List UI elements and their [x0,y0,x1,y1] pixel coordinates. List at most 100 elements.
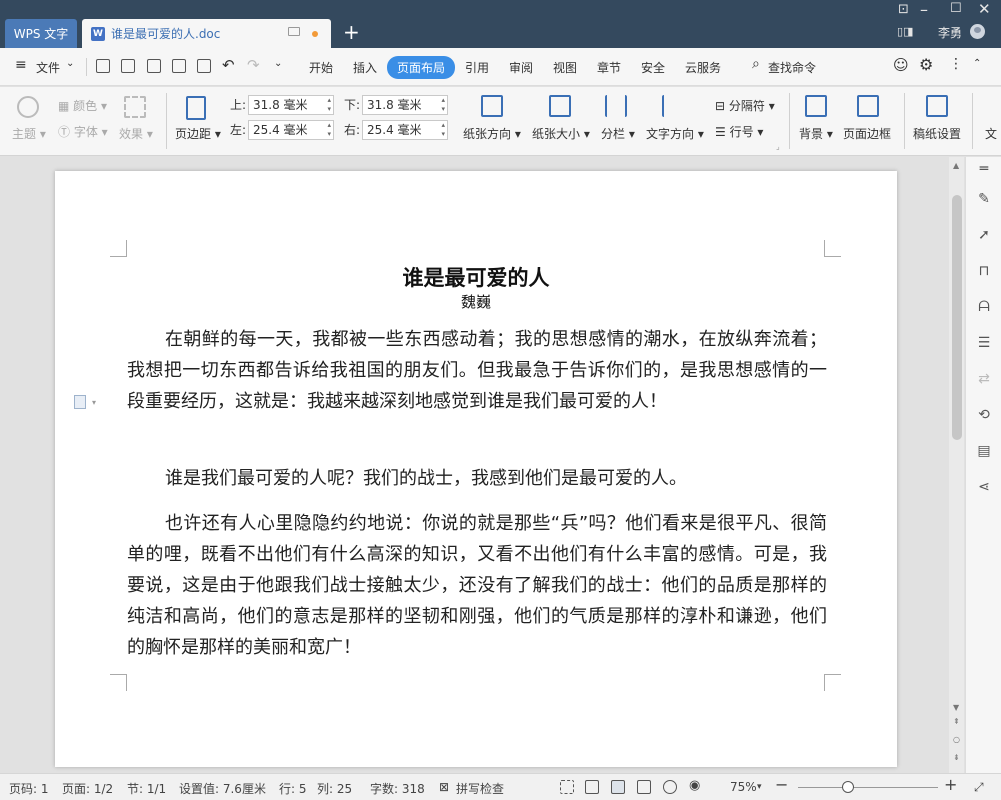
column-number[interactable]: 列: 25 [317,780,352,797]
document-tab[interactable]: W 谁是最可爱的人.doc [82,19,331,48]
spell-check-button[interactable]: 拼写检查 [456,780,504,797]
vertical-scrollbar[interactable]: ▲ ▼ ⇞ ○ ⇟ [949,157,964,773]
row-number[interactable]: 行: 5 [279,780,307,797]
ribbon-overflow-label[interactable]: 文 [985,125,997,142]
word-count[interactable]: 字数: 318 [370,780,425,797]
setting-value[interactable]: 设置值: 7.6厘米 [179,780,266,797]
file-menu[interactable]: 文件 [36,59,60,76]
minimize-icon[interactable]: – [920,0,928,19]
zoom-slider-knob[interactable] [842,781,855,793]
history-icon[interactable]: ⟲ [976,407,992,423]
cursor-icon[interactable]: ➚ [976,227,992,243]
menu-item-cloud[interactable]: 云服务 [685,59,721,76]
text-direction-icon[interactable] [662,95,684,117]
translate-icon[interactable]: ᗩ [976,299,992,315]
menu-item-insert[interactable]: 插入 [353,59,377,76]
select-browse-icon[interactable]: ○ [953,735,960,744]
collapse-ribbon-icon[interactable]: ⌃ [973,58,981,69]
form-icon[interactable]: ▤ [976,443,992,459]
share-icon[interactable]: ⋖ [976,479,992,495]
quick-access-more-icon[interactable]: ⌄ [274,58,282,69]
effect-icon[interactable] [124,96,146,118]
eye-protection-icon[interactable]: ◉ [689,778,700,793]
margins-button[interactable]: 页边距 ▾ [175,125,221,142]
scrollbar-thumb[interactable] [952,195,962,440]
page-size-button[interactable]: 纸张大小 ▾ [532,125,590,142]
menu-item-security[interactable]: 安全 [641,59,665,76]
document-author[interactable]: 魏巍 [55,291,897,312]
text-direction-button[interactable]: 文字方向 ▾ [646,125,704,142]
fullscreen-icon[interactable] [560,780,574,794]
scroll-up-icon[interactable]: ▲ [953,161,959,170]
page-border-icon[interactable] [857,95,879,117]
gear-icon[interactable]: ⚙ [919,55,933,74]
outline-view-icon[interactable] [637,780,651,794]
manuscript-icon[interactable] [926,95,948,117]
page-number[interactable]: 页码: 1 [9,780,49,797]
window-mode-icon[interactable]: ▯◨ [897,25,913,38]
spell-check-icon[interactable]: ⊠ [439,780,449,794]
scroll-down-icon[interactable]: ▼ [953,703,959,712]
page-size-icon[interactable] [549,95,571,117]
document-page[interactable]: 谁是最可爱的人 魏巍 在朝鲜的每一天，我都被一些东西感动着；我的思想感情的潮水，… [55,171,897,767]
close-icon[interactable]: ✕ [978,0,991,18]
more-icon[interactable]: ⋮ [949,56,963,72]
background-icon[interactable] [805,95,827,117]
page-count[interactable]: 页面: 1/2 [62,780,113,797]
outline-icon[interactable]: ☰ [976,335,992,351]
save-icon[interactable] [121,59,135,73]
maximize-icon[interactable]: ☐ [950,1,962,16]
columns-icon[interactable] [605,95,627,117]
chevron-down-icon[interactable]: ▾ [92,398,96,407]
print-preview-icon[interactable] [197,59,211,73]
menu-item-references[interactable]: 引用 [465,59,489,76]
page-border-button[interactable]: 页面边框 [843,125,891,142]
paragraph-layout-icon[interactable] [74,395,86,409]
page-orientation-icon[interactable] [481,95,503,117]
next-page-icon[interactable]: ⇟ [953,753,960,762]
section-number[interactable]: 节: 1/1 [127,780,166,797]
track-changes-icon[interactable]: ⇄ [976,371,992,387]
paragraph-1[interactable]: 在朝鲜的每一天，我都被一些东西感动着；我的思想感情的潮水，在放纵奔流着；我想把一… [127,324,827,417]
dialog-launcher-icon[interactable]: ⌟ [776,142,780,151]
avatar[interactable] [970,24,985,39]
document-title[interactable]: 谁是最可爱的人 [55,262,897,292]
pdf-icon[interactable] [147,59,161,73]
chevron-down-icon[interactable]: ▾ [757,782,762,792]
columns-button[interactable]: 分栏 ▾ [601,125,635,142]
chevron-down-icon[interactable]: ⌄ [66,58,74,69]
page-view-icon[interactable] [611,780,625,794]
line-numbers-button[interactable]: ☰ 行号 ▾ [715,123,763,140]
monitor-icon[interactable] [288,27,300,36]
margin-right-input[interactable]: 25.4 毫米 [362,120,448,140]
background-button[interactable]: 背景 ▾ [799,125,833,142]
prev-page-icon[interactable]: ⇞ [953,717,960,726]
margins-icon[interactable] [186,96,206,120]
search-icon[interactable]: ⌕ [752,56,760,72]
theme-icon[interactable] [17,96,39,118]
menu-item-page-layout[interactable]: 页面布局 [387,56,456,79]
redo-icon[interactable]: ↷ [247,56,260,74]
page-orientation-button[interactable]: 纸张方向 ▾ [463,125,521,142]
menu-item-view[interactable]: 视图 [553,59,577,76]
undo-icon[interactable]: ↶ [222,56,235,74]
zoom-level[interactable]: 75% [730,780,757,794]
theme-label[interactable]: 主题 ▾ [12,125,46,142]
panel-handle-icon[interactable]: ═ [976,161,992,177]
app-tab[interactable]: WPS 文字 [5,19,77,48]
print-icon[interactable] [172,59,186,73]
manuscript-button[interactable]: 稿纸设置 [913,125,961,142]
color-button[interactable]: ▦ 颜色 ▾ [58,97,107,114]
paragraph-2[interactable]: 谁是我们最可爱的人呢？我们的战士，我感到他们是最可爱的人。 [127,463,827,494]
search-command[interactable]: 查找命令 [768,59,816,76]
menu-item-review[interactable]: 审阅 [509,59,533,76]
reading-view-icon[interactable] [585,780,599,794]
paragraph-3[interactable]: 也许还有人心里隐隐约约地说：你说的就是那些“兵”吗？他们看来是很平凡、很简单的哩… [127,508,827,663]
zoom-slider[interactable] [798,787,938,788]
menu-item-chapter[interactable]: 章节 [597,59,621,76]
effect-label[interactable]: 效果 ▾ [119,125,153,142]
open-icon[interactable] [96,59,110,73]
margin-top-input[interactable]: 31.8 毫米 [248,95,334,115]
zoom-out-icon[interactable]: − [775,775,788,794]
pen-icon[interactable]: ✎ [976,191,992,207]
